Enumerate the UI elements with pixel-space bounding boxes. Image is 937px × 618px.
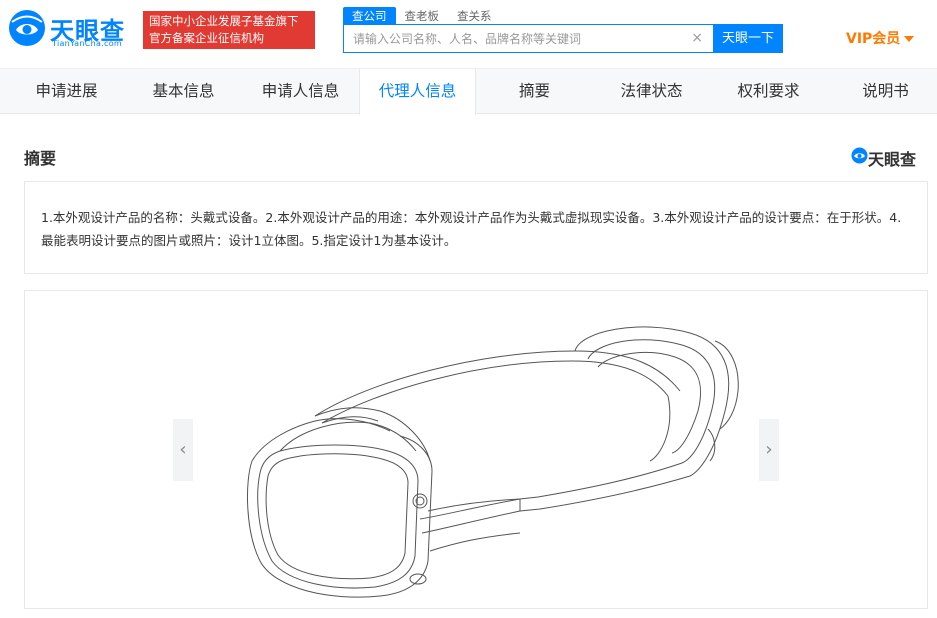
- search-tab-company[interactable]: 查公司: [343, 7, 396, 25]
- prev-image-button[interactable]: ‹: [173, 419, 193, 481]
- tab-claims[interactable]: 权利要求: [710, 69, 827, 114]
- vr-headset-drawing: [247, 326, 739, 598]
- search-tab-boss[interactable]: 查老板: [396, 7, 449, 25]
- tianyancha-watermark-icon: [851, 147, 868, 164]
- search-button[interactable]: 天眼一下: [713, 24, 783, 53]
- detail-tab-bar: 申请进展 基本信息 申请人信息 代理人信息 摘要 法律状态 权利要求 说明书: [0, 68, 937, 115]
- badge-line-2: 官方备案企业征信机构: [149, 31, 264, 45]
- tab-description[interactable]: 说明书: [827, 69, 937, 114]
- design-image-panel: ‹ ›: [24, 290, 928, 609]
- vip-member-menu[interactable]: VIP会员: [846, 28, 915, 48]
- tab-legal-status[interactable]: 法律状态: [593, 69, 710, 114]
- caret-down-icon: [904, 36, 915, 42]
- site-logo[interactable]: 天眼查 TianYanCha.com: [8, 9, 136, 51]
- clear-icon[interactable]: ×: [691, 29, 703, 47]
- tab-applicant-info[interactable]: 申请人信息: [242, 69, 359, 114]
- site-header: 天眼查 TianYanCha.com 国家中小企业发展子基金旗下 官方备案企业征…: [0, 0, 937, 68]
- watermark-text: 天眼查: [868, 150, 917, 169]
- logo-subtext: TianYanCha.com: [52, 39, 122, 48]
- abstract-text: 1.本外观设计产品的名称：头戴式设备。2.本外观设计产品的用途：本外观设计产品作…: [24, 181, 928, 274]
- badge-line-1: 国家中小企业发展子基金旗下: [149, 14, 299, 28]
- search-box: ×: [343, 24, 713, 53]
- official-badge[interactable]: 国家中小企业发展子基金旗下 官方备案企业征信机构: [143, 11, 315, 49]
- tab-application-progress[interactable]: 申请进展: [8, 69, 125, 114]
- tab-abstract[interactable]: 摘要: [476, 69, 593, 114]
- vip-label: VIP会员: [846, 31, 901, 47]
- search-type-tabs: 查公司 查老板 查关系: [343, 7, 501, 25]
- next-image-button[interactable]: ›: [759, 419, 779, 481]
- section-title: 摘要: [24, 149, 57, 168]
- tianyancha-logo-icon: [9, 10, 45, 46]
- search-tab-relation[interactable]: 查关系: [448, 7, 501, 25]
- search-input[interactable]: [344, 25, 684, 52]
- tab-basic-info[interactable]: 基本信息: [125, 69, 242, 114]
- tab-agent-info[interactable]: 代理人信息: [359, 69, 476, 115]
